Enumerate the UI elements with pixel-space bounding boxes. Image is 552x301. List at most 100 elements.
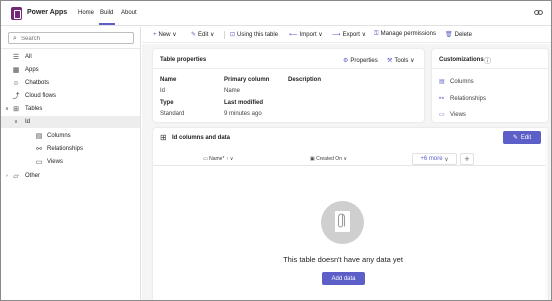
sidebar-item-cloud-flows[interactable]: ⤴ Cloud flows [1,90,140,102]
type-value: Standard [160,111,185,117]
sidebar-item-other[interactable]: › ▱ Other [1,170,140,182]
apps-icon: ▦ [12,67,20,74]
customization-views[interactable]: ▭ Views [439,111,466,119]
new-label: New [158,32,171,38]
app-title: Power Apps [27,9,68,16]
manage-permissions-button[interactable]: ⚿ Manage permissions [374,31,436,38]
sidebar-item-label: Relationships [47,146,84,152]
columns-icon: ▤ [35,133,43,140]
sidebar: ⌕ ☰ All ▦ Apps ☺ Chatbots ⤴ Cloud flows … [1,27,141,300]
using-this-table-label: Using this table [237,32,279,38]
chevron-down-icon: ∨ [5,106,9,112]
column-label: Name [209,156,223,162]
customization-label: Relationships [450,95,487,102]
customization-label: Columns [450,78,474,85]
properties-label: Properties [350,58,378,64]
nav-build[interactable]: Build [100,10,113,16]
sidebar-item-all[interactable]: ☰ All [1,51,140,63]
card-title: Table properties [160,57,207,63]
chevron-down-icon: ∨ [210,32,215,38]
import-button[interactable]: ⟵ Import ∨ [289,31,323,38]
sidebar-item-label: Other [25,173,41,179]
folder-icon: ▱ [13,173,19,180]
nav-home[interactable]: Home [78,10,94,16]
sidebar-item-tables[interactable]: ∨ ⊞ Tables [1,103,140,115]
customization-columns[interactable]: ▤ Columns [439,78,474,86]
views-icon: ▭ [439,112,445,118]
divider [432,68,548,69]
grid-header: ▭ Name* ↑ ∨ ▣ Created On ∨ +6 more ∨ + [153,152,548,166]
sidebar-item-label: Tables [25,106,43,112]
sidebar-item-relationships[interactable]: ⚯ Relationships [1,143,140,155]
export-button[interactable]: ⟶ Export ∨ [332,31,366,38]
name-label: Name [160,77,177,83]
plus-icon: + [464,154,470,164]
description-label: Description [288,77,322,83]
last-modified-value: 9 minutes ago [224,111,262,117]
import-icon: ⟵ [289,32,298,38]
card-title: Customizations [439,57,484,63]
sidebar-item-label: Chatbots [25,80,50,86]
trash-icon: 🗑 [445,32,453,38]
chatbot-icon: ☺ [12,79,20,87]
search-icon: ⌕ [13,35,17,42]
customization-relationships[interactable]: ⚯ Relationships [439,95,487,103]
sidebar-item-chatbots[interactable]: ☺ Chatbots [1,77,140,89]
permissions-icon: ⚿ [374,31,379,37]
chevron-right-icon: › [6,173,8,179]
more-columns-button[interactable]: +6 more ∨ [412,153,457,165]
add-data-button[interactable]: Add data [322,272,365,285]
column-header-name[interactable]: ▭ Name* ↑ ∨ [203,156,233,162]
new-button[interactable]: + New ∨ [153,31,177,38]
column-header-created-on[interactable]: ▣ Created On ∨ [310,156,347,162]
nav-about[interactable]: About [121,10,137,16]
columns-icon: ▤ [439,79,445,85]
add-column-button[interactable]: + [460,153,474,165]
required-marker: * [222,156,225,162]
gear-icon: ⚙ [343,58,349,64]
sidebar-item-views[interactable]: ▭ Views [1,156,140,168]
tools-label: Tools [394,58,409,64]
delete-label: Delete [454,32,472,38]
chevron-down-icon: ∨ [343,156,348,162]
search-input[interactable] [21,34,129,43]
views-icon: ▭ [35,159,43,166]
sidebar-item-columns[interactable]: ▤ Columns [1,130,140,142]
sidebar-item-label: Cloud flows [25,93,57,99]
sidebar-item-apps[interactable]: ▦ Apps [1,64,140,76]
delete-button[interactable]: 🗑 Delete [445,31,472,38]
customization-label: Views [450,111,466,118]
tools-button[interactable]: ⚒ Tools ∨ [387,57,414,64]
name-value: Id [160,88,166,94]
edit-button[interactable]: ✎ Edit [503,131,541,144]
sidebar-item-label: Id [25,119,31,125]
primary-column-value: Name [224,88,241,94]
search-box[interactable]: ⌕ [8,32,134,44]
using-this-table-button[interactable]: ⊡ Using this table [230,31,278,38]
customizations-card: Customizations ⓘ ▤ Columns ⚯ Relationships… [432,49,548,122]
sidebar-item-label: Columns [47,133,71,139]
edit-command-button[interactable]: ✎ Edit ∨ [191,31,214,38]
edit-label: Edit [198,32,209,38]
link-icon[interactable] [534,9,543,16]
info-icon[interactable]: ⓘ [484,56,491,66]
scrollbar[interactable] [545,128,548,300]
sidebar-item-id[interactable]: ∨ Id [1,116,140,128]
chevron-down-icon: ∨ [361,32,367,38]
relationships-icon: ⚯ [439,96,445,102]
top-header: Power Apps Home Build About [1,1,551,26]
manage-permissions-label: Manage permissions [380,31,436,37]
properties-button[interactable]: ⚙ Properties [343,57,378,64]
sidebar-item-label: All [25,54,32,60]
sort-ascending-icon: ↑ [225,156,229,162]
command-bar: + New ∨ ✎ Edit ∨ ⊡ Using this table ⟵ Import… [142,27,551,43]
sidebar-divider [1,48,140,49]
export-label: Export [342,32,360,38]
paperclip-icon [337,213,346,228]
table-properties-card: Table properties ⚙ Properties ⚒ Tools ∨ Na… [153,49,424,122]
chevron-down-icon: ∨ [172,32,177,38]
table-icon: ⊞ [13,106,19,113]
main-content: Table properties ⚙ Properties ⚒ Tools ∨ Na… [142,44,551,300]
power-apps-logo-icon [11,7,22,20]
app-window: Power Apps Home Build About ⌕ ☰ All ▦ Ap… [0,0,552,301]
